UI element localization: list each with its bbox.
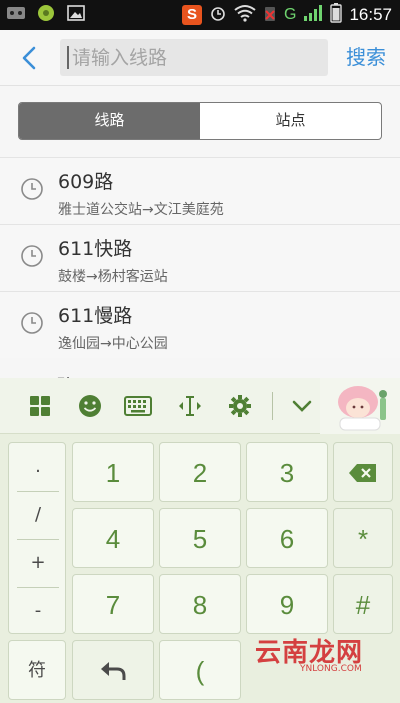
digit-key-4[interactable]: 4 — [72, 508, 154, 568]
hash-key[interactable]: # — [333, 574, 393, 634]
chevron-left-icon — [22, 46, 36, 70]
screen: S G 16:57 搜索 — [0, 0, 400, 703]
watermark-sub: YNLONG.COM — [300, 664, 362, 674]
tab-stations[interactable]: 站点 — [200, 103, 381, 139]
search-input[interactable] — [72, 39, 322, 76]
asterisk-key[interactable]: * — [333, 508, 393, 568]
back-button[interactable] — [14, 42, 46, 74]
digit-key-9[interactable]: 9 — [246, 574, 328, 634]
digit-key-6[interactable]: 6 — [246, 508, 328, 568]
symbol-key[interactable]: / — [9, 491, 67, 539]
list-item[interactable]: 611快路 鼓楼→杨村客运站 — [0, 224, 400, 291]
keyboard-icon[interactable] — [124, 392, 152, 420]
emoji-icon[interactable] — [76, 392, 104, 420]
status-bar: S G 16:57 — [0, 0, 400, 30]
digit-key-2[interactable]: 2 — [159, 442, 241, 502]
image-icon — [66, 3, 86, 27]
digit-key-3[interactable]: 3 — [246, 442, 328, 502]
undo-key[interactable] — [72, 640, 154, 700]
digit-key-8[interactable]: 8 — [159, 574, 241, 634]
route-stops: 逸仙园→中心公园 — [58, 336, 168, 352]
tab-routes[interactable]: 线路 — [19, 103, 200, 139]
route-stops: 鼓楼→杨村客运站 — [58, 269, 168, 285]
symbol-key[interactable]: - — [9, 587, 67, 635]
history-list: 609路 雅士道公交站→文江美庭苑 611快路 鼓楼→杨村客运站 611慢路 逸… — [0, 157, 400, 358]
symbol-column: . / + - — [8, 442, 66, 634]
no-sim-icon — [263, 4, 277, 26]
toolbar-divider — [272, 392, 273, 420]
text-cursor — [67, 46, 69, 69]
symbols-key[interactable]: 符 — [8, 640, 66, 700]
list-item[interactable]: 609路 雅士道公交站→文江美庭苑 — [0, 157, 400, 224]
bbm-icon — [6, 3, 26, 27]
backspace-icon — [349, 464, 376, 482]
signal-icon — [303, 4, 323, 26]
search-header: 搜索 — [0, 30, 400, 86]
clock-icon — [21, 312, 43, 334]
route-name: 611慢路 — [58, 305, 133, 327]
wifi-icon — [234, 4, 256, 26]
battery-icon — [330, 3, 343, 27]
symbol-key[interactable]: . — [9, 443, 67, 491]
clock-time: 16:57 — [349, 5, 392, 24]
search-button[interactable]: 搜索 — [346, 41, 386, 70]
skin-avatar — [320, 378, 400, 434]
route-name: 609路 — [58, 171, 114, 193]
sogou-icon: S — [182, 5, 202, 25]
list-item[interactable]: 611慢路 逸仙园→中心公园 — [0, 291, 400, 358]
mode-tabs: 线路 站点 — [18, 102, 382, 140]
digit-key-7[interactable]: 7 — [72, 574, 154, 634]
undo-icon — [101, 662, 126, 680]
cursor-icon[interactable] — [176, 392, 204, 420]
symbol-key[interactable]: + — [9, 539, 67, 587]
alarm-icon — [209, 4, 227, 26]
keyboard-toolbar — [0, 378, 400, 434]
route-name: 611快路 — [58, 238, 133, 260]
paren-key[interactable]: ( — [159, 640, 241, 700]
network-type: G — [284, 6, 297, 23]
android-icon — [36, 3, 56, 27]
digit-key-1[interactable]: 1 — [72, 442, 154, 502]
route-stops: 雅士道公交站→文江美庭苑 — [58, 202, 224, 218]
grid-icon[interactable] — [26, 392, 54, 420]
backspace-key[interactable] — [333, 442, 393, 502]
clock-icon — [21, 178, 43, 200]
search-box[interactable] — [60, 39, 328, 76]
clock-icon — [21, 245, 43, 267]
settings-icon[interactable] — [226, 392, 254, 420]
chevron-down-icon[interactable] — [288, 392, 316, 420]
digit-key-5[interactable]: 5 — [159, 508, 241, 568]
